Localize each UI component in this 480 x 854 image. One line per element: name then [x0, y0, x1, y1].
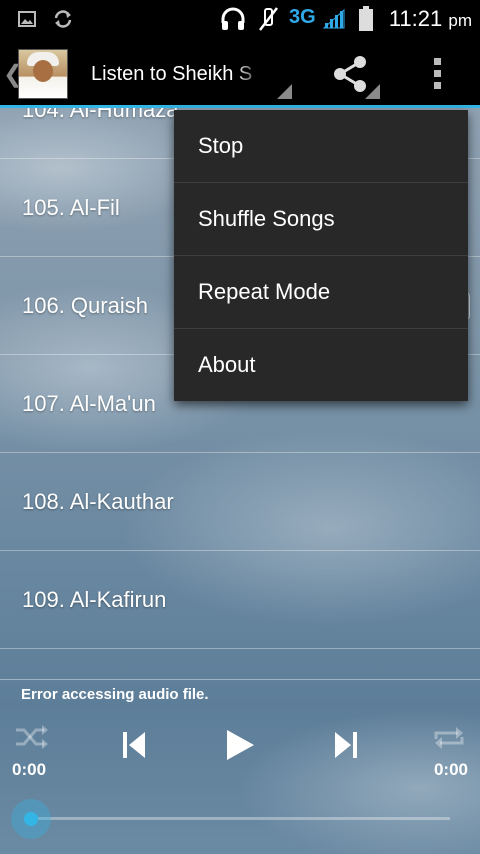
seek-thumb-core [24, 812, 38, 826]
repeat-icon[interactable] [432, 723, 466, 753]
overflow-popup-menu: Stop Shuffle Songs Repeat Mode About [174, 110, 468, 401]
clock-time: 11:21 [388, 6, 443, 31]
title-spinner[interactable]: Listen to Sheikh S [74, 38, 294, 105]
title-fade [234, 56, 264, 90]
track-title: 106. Quraish [22, 292, 148, 318]
share-submenu-indicator-icon [365, 84, 380, 99]
shuffle-icon[interactable] [14, 722, 50, 752]
action-bar: ❮ Listen to Sheikh S [0, 38, 480, 108]
menu-item-repeat-mode[interactable]: Repeat Mode [174, 256, 468, 329]
app-avatar[interactable] [18, 49, 68, 99]
menu-item-label: Stop [198, 133, 244, 158]
seek-bar[interactable] [30, 817, 450, 820]
track-row[interactable]: 108. Al-Kauthar [0, 453, 480, 551]
menu-item-label: About [198, 352, 256, 377]
avatar-face [33, 60, 53, 82]
headset-icon [221, 7, 245, 30]
spinner-indicator-icon [277, 84, 292, 99]
track-row[interactable]: 109. Al-Kafirun [0, 551, 480, 649]
menu-item-shuffle-songs[interactable]: Shuffle Songs [174, 183, 468, 256]
track-title: 104. Al-Humaza [22, 108, 179, 122]
play-icon[interactable] [224, 728, 256, 762]
player-status-message: Error accessing audio file. [21, 686, 209, 703]
signal-icon [322, 8, 345, 29]
elapsed-time: 0:00 [12, 760, 47, 779]
track-title: 105. Al-Fil [22, 194, 120, 220]
overflow-menu-button[interactable] [414, 46, 462, 100]
overflow-dot [434, 70, 441, 77]
track-title: 107. Al-Ma'un [22, 390, 156, 416]
previous-icon[interactable] [121, 730, 149, 760]
share-button[interactable] [326, 46, 380, 100]
track-title: 109. Al-Kafirun [22, 586, 167, 612]
status-bar: 3G 11:21 pm [0, 0, 480, 38]
menu-item-label: Shuffle Songs [198, 206, 335, 231]
next-icon[interactable] [331, 730, 359, 760]
player-panel: Error accessing audio file. 0:00 0:00 [0, 679, 480, 854]
track-title: 108. Al-Kauthar [22, 488, 174, 514]
battery-icon [359, 6, 373, 31]
mute-icon [259, 7, 278, 31]
network-type: 3G [289, 6, 316, 28]
seek-thumb[interactable] [11, 799, 51, 839]
overflow-dot [434, 82, 441, 89]
menu-item-stop[interactable]: Stop [174, 110, 468, 183]
total-time: 0:00 [433, 760, 468, 779]
clock-ampm: pm [448, 11, 472, 30]
menu-item-about[interactable]: About [174, 329, 468, 401]
sync-icon [54, 10, 72, 28]
overflow-dot [434, 58, 441, 65]
clock: 11:21 pm [389, 6, 472, 32]
menu-item-label: Repeat Mode [198, 279, 331, 304]
image-icon [18, 11, 36, 27]
